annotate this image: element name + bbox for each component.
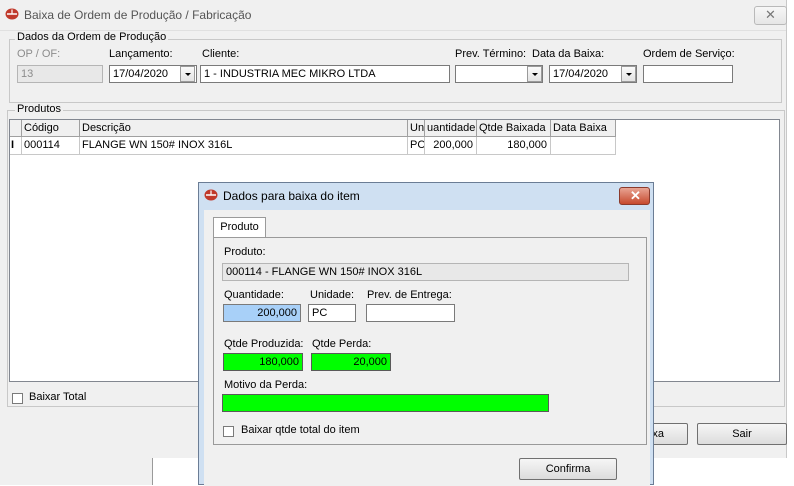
- table-cell-un[interactable]: PC: [408, 137, 425, 155]
- produto-label: Produto:: [224, 246, 266, 258]
- chevron-down-icon: [532, 73, 538, 76]
- baixa-button-label: xa: [652, 428, 664, 440]
- window-title: Baixa de Ordem de Produção / Fabricação: [24, 8, 252, 22]
- taskbar-gap: [153, 458, 198, 485]
- motivo-perda-field[interactable]: [222, 394, 549, 412]
- column-header-un[interactable]: Un: [408, 120, 425, 137]
- column-header-quantidade[interactable]: uantidade: [425, 120, 477, 137]
- baixar-qtde-total-label: Baixar qtde total do item: [241, 424, 360, 436]
- data-baixa-label: Data da Baixa:: [532, 48, 605, 60]
- ordem-servico-label: Ordem de Serviço:: [643, 48, 735, 60]
- confirma-button[interactable]: Confirma: [519, 458, 617, 480]
- op-label: OP / OF:: [17, 48, 61, 60]
- item-dialog: Dados para baixa do item ✕ Produto Produ…: [198, 182, 654, 486]
- lancamento-label: Lançamento:: [109, 48, 173, 60]
- column-header-qtde-baixada[interactable]: Qtde Baixada: [477, 120, 551, 137]
- cliente-field[interactable]: 1 - INDUSTRIA MEC MIKRO LTDA: [200, 65, 450, 83]
- column-header-codigo[interactable]: Código: [22, 120, 80, 137]
- close-icon: ✕: [630, 188, 641, 203]
- prev-entrega-field[interactable]: [366, 304, 455, 322]
- produto-field: 000114 - FLANGE WN 150# INOX 316L: [222, 263, 629, 281]
- order-data-group-title: Dados da Ordem de Produção: [15, 31, 169, 43]
- row-indicator: I: [10, 137, 22, 155]
- dialog-title: Dados para baixa do item: [223, 189, 360, 203]
- dialog-close-button[interactable]: ✕: [619, 187, 650, 205]
- table-cell-codigo[interactable]: 000114: [22, 137, 80, 155]
- app-icon: [5, 8, 19, 20]
- lancamento-dropdown-button[interactable]: [180, 66, 195, 82]
- table-cell-quantidade[interactable]: 200,000: [425, 137, 477, 155]
- data-baixa-dropdown-button[interactable]: [621, 66, 636, 82]
- qtde-produzida-field[interactable]: 180,000: [223, 353, 303, 371]
- sair-button-label: Sair: [732, 428, 752, 440]
- dialog-body: Produto Produto: 000114 - FLANGE WN 150#…: [204, 210, 650, 486]
- table-cell-descricao[interactable]: FLANGE WN 150# INOX 316L: [80, 137, 408, 155]
- prev-entrega-label: Prev. de Entrega:: [367, 289, 452, 301]
- op-field: 13: [17, 65, 103, 83]
- qtde-perda-label: Qtde Perda:: [312, 338, 372, 350]
- quantidade-field[interactable]: 200,000: [223, 304, 301, 322]
- row-indicator-header: [10, 120, 22, 137]
- prev-termino-label: Prev. Término:: [455, 48, 527, 60]
- baixar-total-checkbox[interactable]: [12, 393, 23, 404]
- ordem-servico-field[interactable]: [643, 65, 733, 83]
- tab-produto-label: Produto: [220, 221, 259, 233]
- window-close-button[interactable]: ✕: [754, 6, 787, 25]
- baixar-total-label: Baixar Total: [29, 391, 87, 403]
- prev-termino-dropdown-button[interactable]: [527, 66, 542, 82]
- products-group-title: Produtos: [15, 103, 64, 115]
- tab-produto[interactable]: Produto: [213, 217, 266, 238]
- qtde-produzida-label: Qtde Produzida:: [224, 338, 304, 350]
- close-icon: ✕: [765, 7, 776, 22]
- dialog-app-icon: [204, 189, 218, 201]
- chevron-down-icon: [626, 73, 632, 76]
- unidade-label: Unidade:: [310, 289, 355, 301]
- sair-button[interactable]: Sair: [697, 423, 787, 445]
- taskbar-strip: [0, 458, 153, 485]
- chevron-down-icon: [185, 73, 191, 76]
- table-cell-qtde-baixada[interactable]: 180,000: [477, 137, 551, 155]
- produto-tab-panel: Produto: 000114 - FLANGE WN 150# INOX 31…: [213, 237, 647, 445]
- main-titlebar: Baixa de Ordem de Produção / Fabricação …: [0, 0, 787, 31]
- confirma-button-label: Confirma: [545, 463, 591, 475]
- cliente-label: Cliente:: [202, 48, 240, 60]
- motivo-perda-label: Motivo da Perda:: [224, 379, 308, 391]
- quantidade-label: Quantidade:: [224, 289, 284, 301]
- qtde-perda-field[interactable]: 20,000: [311, 353, 391, 371]
- column-header-data-baixa[interactable]: Data Baixa: [551, 120, 616, 137]
- column-header-descricao[interactable]: Descrição: [80, 120, 408, 137]
- unidade-field[interactable]: PC: [308, 304, 356, 322]
- table-cell-data-baixa[interactable]: [551, 137, 616, 155]
- baixar-qtde-total-checkbox[interactable]: [223, 426, 234, 437]
